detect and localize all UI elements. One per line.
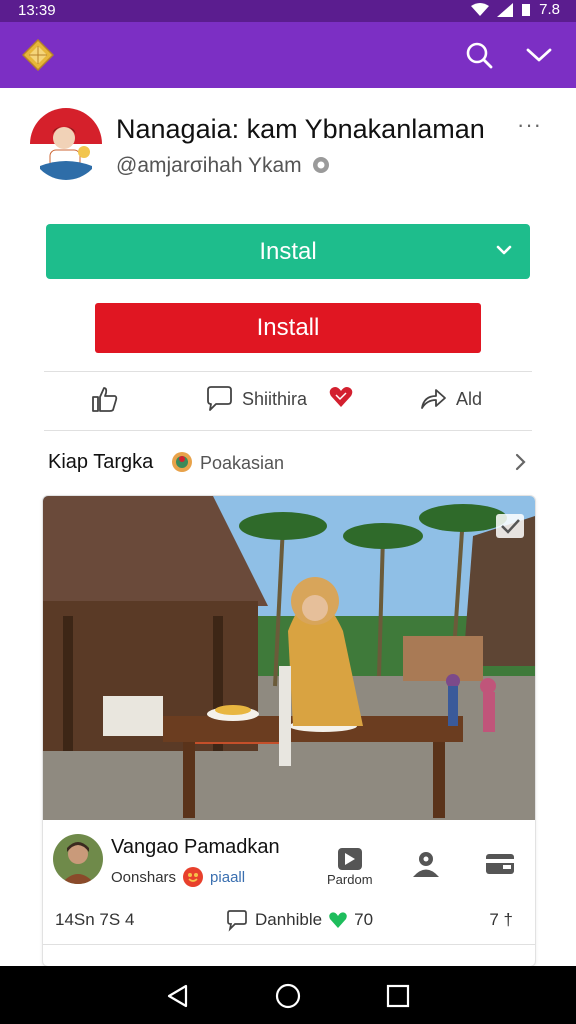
action-row: Shiithira Ald — [44, 376, 532, 426]
author-name[interactable]: Vangao Pamadkan — [111, 836, 280, 859]
section-title: Kiap Targka — [48, 451, 154, 473]
heart-icon — [329, 387, 353, 407]
search-button[interactable] — [462, 38, 496, 72]
divider — [43, 944, 535, 945]
like-button[interactable] — [90, 384, 120, 414]
wallet-button[interactable] — [485, 850, 515, 876]
post-footer: Vangao Pamadkan Oonshars piaall Pardom 1… — [43, 820, 535, 966]
pardom-button[interactable]: Pardom — [327, 846, 373, 887]
back-button[interactable] — [164, 982, 192, 1010]
recents-square-icon — [386, 984, 410, 1008]
install-primary-button[interactable]: Instal — [46, 224, 530, 279]
pardom-label: Pardom — [327, 872, 373, 887]
home-button[interactable] — [274, 982, 302, 1010]
author-meta: Oonshars piaall — [111, 866, 245, 888]
share-arrow-icon — [421, 389, 446, 409]
profile-action-button[interactable] — [411, 850, 441, 878]
profile-name: Nanagaia: kam Ybnakanlaman — [116, 114, 485, 144]
add-label: Ald — [456, 388, 483, 409]
stats-mid-label: Danhible — [255, 910, 323, 929]
profile-handle: @amjarσihah Ykam — [116, 154, 331, 178]
status-time: 13:39 — [18, 2, 56, 19]
back-triangle-icon — [167, 984, 188, 1008]
green-heart-icon — [329, 912, 347, 928]
comment-button[interactable]: Shiithira — [204, 384, 307, 414]
comment-icon — [227, 910, 247, 932]
chevron-down-icon — [496, 245, 512, 255]
profile-header: Nanagaia: kam Ybnakanlaman @amjarσihah Y… — [0, 100, 576, 200]
comment-icon — [207, 386, 232, 411]
system-icons: 7.8 — [471, 1, 560, 18]
section-subtitle: Poakasian — [200, 453, 285, 473]
forward-button[interactable]: Ald — [418, 384, 482, 414]
wallet-icon — [486, 854, 514, 874]
share-label: Shiithira — [242, 388, 308, 409]
post-card[interactable]: Vangao Pamadkan Oonshars piaall Pardom 1… — [42, 495, 536, 967]
post-photo[interactable] — [43, 496, 535, 820]
profile-handle-text: @amjarσihah Ykam — [116, 154, 302, 177]
author-tag: Oonshars — [111, 868, 177, 886]
wifi-icon — [471, 2, 490, 16]
author-link[interactable]: piaall — [210, 869, 245, 886]
globe-badge-icon — [172, 452, 192, 472]
verified-icon — [313, 157, 330, 173]
menu-button[interactable] — [522, 38, 556, 72]
home-circle-icon — [275, 983, 301, 1009]
stats-right: 7 † — [489, 910, 513, 929]
status-bar: 13:39 7.8 — [0, 0, 576, 22]
divider — [44, 371, 532, 372]
divider — [44, 430, 532, 431]
chevron-down-icon — [526, 48, 552, 62]
chevron-right-icon[interactable] — [510, 450, 530, 474]
stats-mid-count: 70 — [354, 910, 374, 929]
battery-level: 7.8 — [539, 1, 560, 18]
thumbs-up-icon — [92, 387, 118, 412]
stats-left: 14Sn 7S 4 — [55, 910, 135, 929]
more-options-button[interactable]: ··· — [517, 112, 542, 138]
navigation-bar — [0, 966, 576, 1024]
battery-icon — [522, 3, 531, 16]
section-header[interactable]: Kiap Targka Poakasian — [48, 448, 538, 478]
signal-icon — [497, 2, 514, 17]
author-avatar[interactable] — [53, 834, 103, 884]
post-stats: 14Sn 7S 4 Danhible 70 7 † — [43, 904, 535, 938]
install-primary-label: Instal — [259, 237, 317, 265]
install-secondary-label: Install — [256, 314, 320, 341]
recents-button[interactable] — [384, 982, 412, 1010]
flag-icon — [337, 848, 362, 870]
profile-avatar[interactable] — [30, 108, 102, 180]
diamond-logo-icon[interactable] — [22, 39, 54, 71]
app-bar — [0, 22, 576, 88]
install-secondary-button[interactable]: Install — [95, 303, 481, 353]
emoji-badge-icon — [183, 867, 204, 887]
heart-button[interactable] — [328, 384, 354, 410]
search-icon — [466, 42, 493, 69]
person-icon — [413, 852, 439, 877]
stats-middle[interactable]: Danhible 70 — [225, 908, 373, 932]
